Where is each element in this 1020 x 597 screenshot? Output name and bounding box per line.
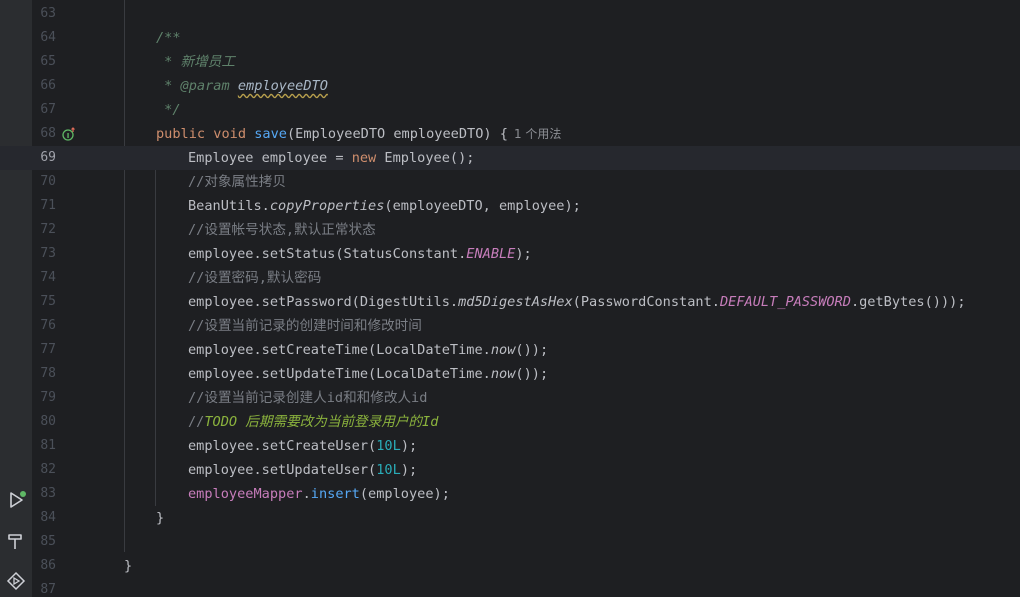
code-line: 71 BeanUtils.copyProperties(employeeDTO,… <box>0 194 1020 218</box>
usages-inlay-hint[interactable]: 1 个用法 <box>514 127 561 141</box>
code-line: 65 * 新增员工 <box>0 50 1020 74</box>
code-line: 76 //设置当前记录的创建时间和修改时间 <box>0 314 1020 338</box>
line-number: 63 <box>40 6 56 21</box>
line-number: 65 <box>40 54 56 69</box>
line-comment: //设置当前记录创建人id和和修改人id <box>188 390 428 406</box>
todo-comment: //TODO 后期需要改为当前登录用户的Id <box>188 414 439 430</box>
javadoc-param: * @param employeeDTO <box>156 78 328 94</box>
code-line: 74 //设置密码,默认密码 <box>0 266 1020 290</box>
code-line: 63 <box>0 2 1020 26</box>
line-number: 71 <box>40 198 56 213</box>
code-line: 66 * @param employeeDTO <box>0 74 1020 98</box>
line-number: 69 <box>40 150 56 165</box>
statement: employee.setCreateUser(10L); <box>188 438 418 454</box>
line-number: 82 <box>40 462 56 477</box>
code-line: 80 //TODO 后期需要改为当前登录用户的Id <box>0 410 1020 434</box>
implements-method-icon[interactable]: I <box>62 127 76 141</box>
closing-brace: } <box>124 558 133 574</box>
code-line: 75 employee.setPassword(DigestUtils.md5D… <box>0 290 1020 314</box>
line-comment: //设置帐号状态,默认正常状态 <box>188 222 376 238</box>
line-number: 64 <box>40 30 56 45</box>
line-number: 81 <box>40 438 56 453</box>
svg-text:I: I <box>67 132 70 140</box>
line-number: 72 <box>40 222 56 237</box>
code-line: 87 <box>0 578 1020 597</box>
statement: BeanUtils.copyProperties(employeeDTO, em… <box>188 198 581 214</box>
closing-brace: } <box>156 510 165 526</box>
javadoc-param-name: employeeDTO <box>237 78 328 94</box>
line-number: 78 <box>40 366 56 381</box>
statement: employee.setStatus(StatusConstant.ENABLE… <box>188 246 532 262</box>
method-name-save[interactable]: save <box>254 126 287 142</box>
statement: Employee employee = new Employee(); <box>188 150 475 166</box>
line-number: 70 <box>40 174 56 189</box>
line-number: 84 <box>40 510 56 525</box>
current-code-line: 69 Employee employee = new Employee(); <box>0 146 1020 170</box>
statement: employee.setUpdateUser(10L); <box>188 462 418 478</box>
code-line: 82 employee.setUpdateUser(10L); <box>0 458 1020 482</box>
line-number: 87 <box>40 582 56 597</box>
code-line: 68 I public void save(EmployeeDTO employ… <box>0 122 1020 146</box>
code-line: 86 } <box>0 554 1020 578</box>
code-line: 79 //设置当前记录创建人id和和修改人id <box>0 386 1020 410</box>
statement: employee.setUpdateTime(LocalDateTime.now… <box>188 366 549 382</box>
javadoc-comment: * 新增员工 <box>156 54 235 70</box>
line-number: 73 <box>40 246 56 261</box>
line-comment: //对象属性拷贝 <box>188 174 286 190</box>
line-number: 67 <box>40 102 56 117</box>
javadoc-comment: /** <box>156 30 181 46</box>
line-number: 75 <box>40 294 56 309</box>
code-line: 67 */ <box>0 98 1020 122</box>
code-line: 73 employee.setStatus(StatusConstant.ENA… <box>0 242 1020 266</box>
line-comment: //设置密码,默认密码 <box>188 270 322 286</box>
method-declaration: public void save(EmployeeDTO employeeDTO… <box>156 126 562 142</box>
statement: employee.setPassword(DigestUtils.md5Dige… <box>188 294 966 310</box>
line-number: 76 <box>40 318 56 333</box>
javadoc-comment: */ <box>156 102 181 118</box>
line-number: 79 <box>40 390 56 405</box>
statement: employee.setCreateTime(LocalDateTime.now… <box>188 342 549 358</box>
line-comment: //设置当前记录的创建时间和修改时间 <box>188 318 422 334</box>
code-line: 85 <box>0 530 1020 554</box>
code-line: 83 employeeMapper.insert(employee); <box>0 482 1020 506</box>
line-number: 80 <box>40 414 56 429</box>
line-number: 66 <box>40 78 56 93</box>
code-editor[interactable]: 63 64 /** 65 * 新增员工 66 * @param employee… <box>0 0 1020 597</box>
code-line: 84 } <box>0 506 1020 530</box>
line-number: 85 <box>40 534 56 549</box>
code-line: 70 //对象属性拷贝 <box>0 170 1020 194</box>
line-number: 83 <box>40 486 56 501</box>
code-line: 77 employee.setCreateTime(LocalDateTime.… <box>0 338 1020 362</box>
code-line: 78 employee.setUpdateTime(LocalDateTime.… <box>0 362 1020 386</box>
code-line: 72 //设置帐号状态,默认正常状态 <box>0 218 1020 242</box>
line-number: 77 <box>40 342 56 357</box>
line-number: 86 <box>40 558 56 573</box>
line-number: 68 <box>40 126 56 141</box>
code-line: 81 employee.setCreateUser(10L); <box>0 434 1020 458</box>
line-number: 74 <box>40 270 56 285</box>
code-line: 64 /** <box>0 26 1020 50</box>
statement: employeeMapper.insert(employee); <box>188 486 450 502</box>
